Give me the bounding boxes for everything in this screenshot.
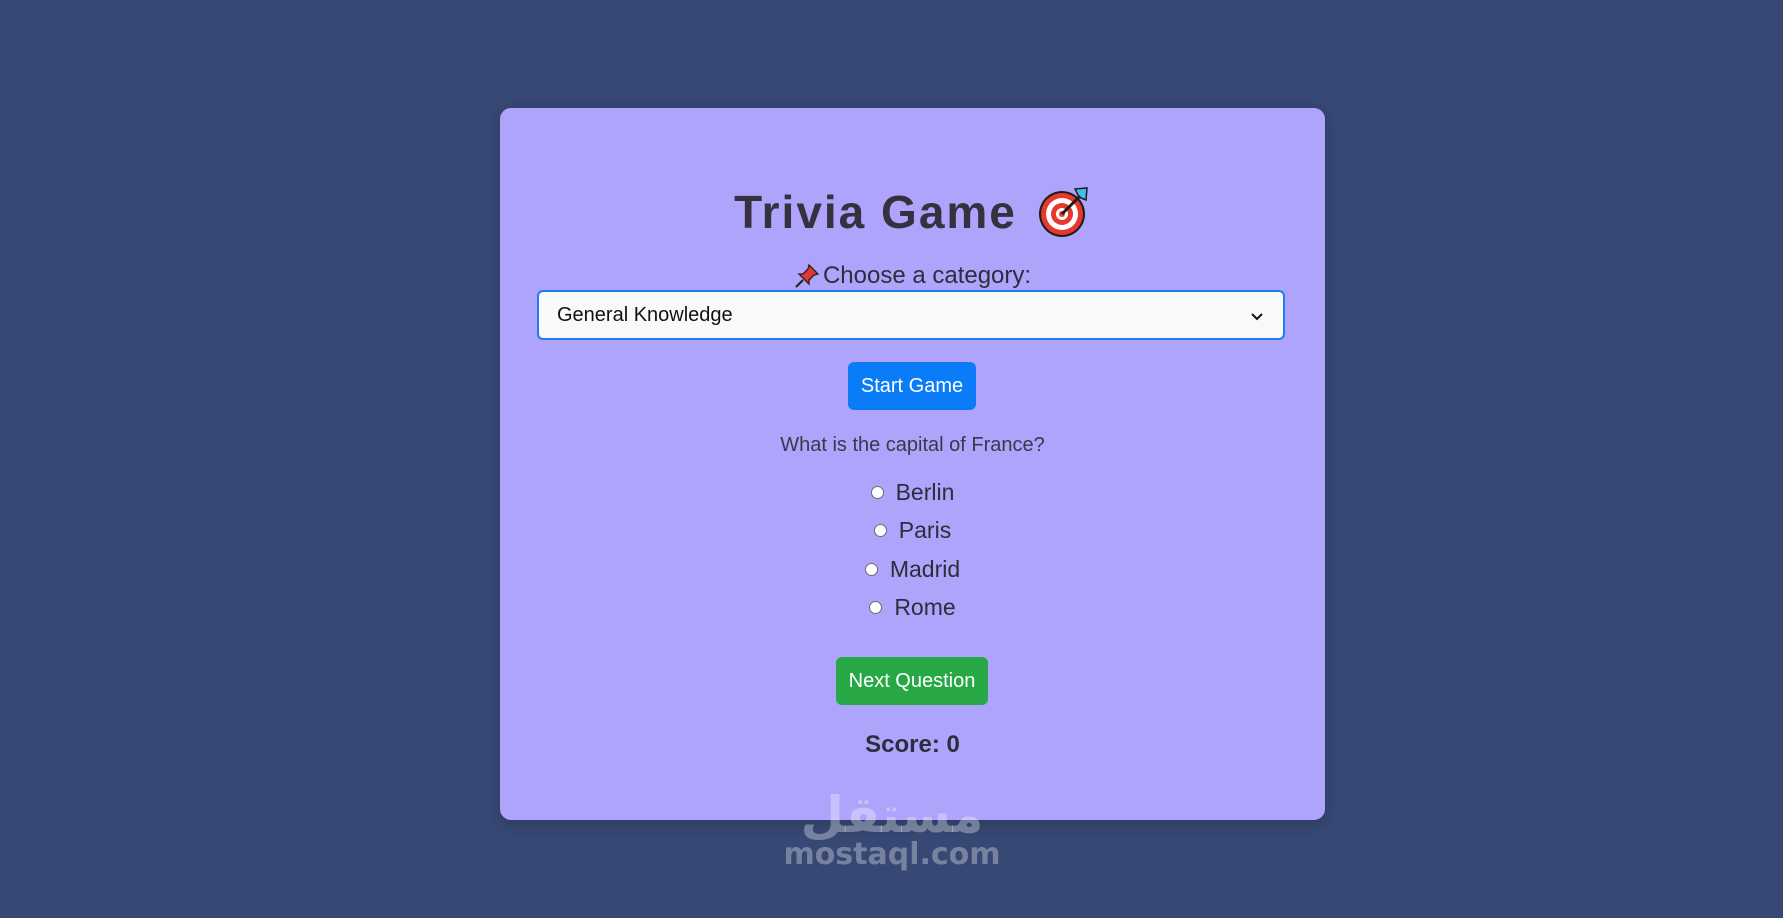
watermark-logo: مستقل mostaql.com — [782, 790, 1002, 870]
title-row: Trivia Game — [500, 182, 1325, 242]
answer-options: Berlin Paris Madrid Rome — [500, 473, 1325, 627]
category-select-value: General Knowledge — [557, 303, 733, 326]
direct-hit-target-icon — [1037, 185, 1091, 239]
question-text: What is the capital of France? — [780, 434, 1045, 456]
next-question-button[interactable]: Next Question — [836, 657, 988, 705]
watermark-arabic: مستقل — [800, 786, 984, 844]
start-game-button[interactable]: Start Game — [848, 362, 976, 410]
category-label: Choose a category: — [822, 262, 1032, 289]
category-select[interactable]: General Knowledge — [537, 290, 1285, 340]
watermark-latin: mostaql.com — [783, 837, 1001, 872]
page-title: Trivia Game — [734, 186, 1017, 238]
category-label-row: Choose a category: — [500, 262, 1325, 290]
score-display: Score: 0 — [865, 731, 960, 758]
answer-option-label: Rome — [894, 594, 956, 621]
answer-option-madrid[interactable]: Madrid — [500, 550, 1325, 589]
answer-option-label: Paris — [898, 517, 952, 544]
answer-option-label: Madrid — [889, 555, 961, 582]
pushpin-icon — [794, 263, 820, 289]
radio-button[interactable] — [864, 562, 878, 576]
radio-button[interactable] — [869, 601, 883, 615]
radio-button[interactable] — [873, 524, 887, 538]
radio-button[interactable] — [870, 485, 884, 499]
chevron-down-icon — [1249, 307, 1265, 323]
answer-option-paris[interactable]: Paris — [500, 512, 1325, 551]
trivia-card: Trivia Game Choose a category: General K — [500, 108, 1325, 820]
answer-option-berlin[interactable]: Berlin — [500, 473, 1325, 512]
answer-option-label: Berlin — [895, 478, 955, 505]
answer-option-rome[interactable]: Rome — [500, 589, 1325, 628]
